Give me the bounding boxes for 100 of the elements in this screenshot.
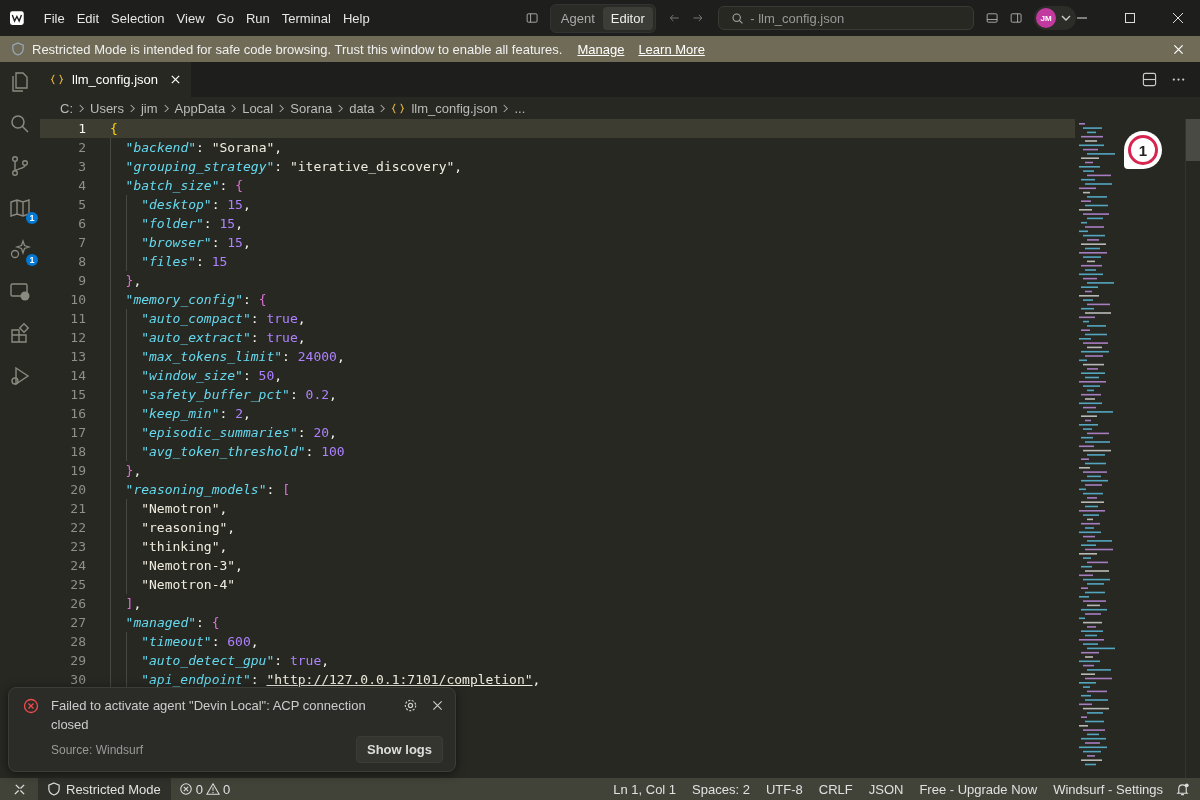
code-line: "memory_config": { xyxy=(125,292,267,307)
code-line: "desktop": 15, xyxy=(141,197,251,212)
breadcrumb-item[interactable]: llm_config.json xyxy=(391,100,498,116)
status-item[interactable]: UTF-8 xyxy=(757,781,811,797)
line-number: 27 xyxy=(69,615,86,630)
code-line: "auto_detect_gpu": true, xyxy=(141,653,330,668)
status-item[interactable]: Free - Upgrade Now xyxy=(911,781,1046,797)
line-number: 2 xyxy=(77,140,86,155)
line-number: 1 xyxy=(77,121,86,136)
line-number: 5 xyxy=(77,197,86,212)
line-number: 23 xyxy=(69,539,86,554)
line-number: 4 xyxy=(77,178,86,193)
code-line: "thinking", xyxy=(141,539,228,554)
code-line: "episodic_summaries": 20, xyxy=(141,425,337,440)
menu-item[interactable]: Run xyxy=(239,10,276,26)
code-line: "safety_buffer_pct": 0.2, xyxy=(141,387,337,402)
restricted-mode-indicator[interactable]: Restricted Mode xyxy=(38,778,171,800)
line-number: 10 xyxy=(69,292,86,307)
line-number: 29 xyxy=(69,653,86,668)
code-line: "browser": 15, xyxy=(141,235,251,250)
line-number: 18 xyxy=(69,444,86,459)
menu-item[interactable]: Go xyxy=(210,10,240,26)
code-line: "Nemotron-4" xyxy=(141,577,236,592)
menu-item[interactable]: Selection xyxy=(105,10,171,26)
count-badge: 1 xyxy=(26,254,38,266)
line-number: 15 xyxy=(69,387,86,402)
line-number: 16 xyxy=(69,406,86,421)
code-line: ], xyxy=(125,596,142,611)
line-number: 14 xyxy=(69,368,86,383)
mode-tab[interactable]: Editor xyxy=(602,6,653,30)
line-number: 12 xyxy=(69,330,86,345)
line-number: 13 xyxy=(69,349,86,364)
mode-tab[interactable]: Agent xyxy=(552,6,603,30)
error-count[interactable]: 0 xyxy=(195,781,203,797)
status-item[interactable]: Ln 1, Col 1 xyxy=(605,781,685,797)
line-number: 3 xyxy=(77,159,86,174)
line-number: 17 xyxy=(69,425,86,440)
code-line: }, xyxy=(125,273,142,288)
code-line: "auto_extract": true, xyxy=(141,330,306,345)
count-badge: 1 xyxy=(26,212,38,224)
line-number: 26 xyxy=(69,596,86,611)
code-line: "api_endpoint": "http://127.0.0.1:7101/completion", xyxy=(141,672,541,687)
line-number: 21 xyxy=(69,501,86,516)
code-line: }, xyxy=(125,463,142,478)
line-number: 28 xyxy=(69,634,86,649)
code-line: "avg_token_threshold": 100 xyxy=(141,444,345,459)
menu-item[interactable]: View xyxy=(170,10,211,26)
notification-message: Failed to activate agent "Devin Local": ACP connection closed xyxy=(51,697,367,734)
menu-item[interactable]: File xyxy=(37,10,71,26)
code-line: "Nemotron", xyxy=(141,501,228,516)
line-number: 19 xyxy=(69,463,86,478)
line-number: 20 xyxy=(69,482,86,497)
line-number: 22 xyxy=(69,520,86,535)
breadcrumb-item[interactable]: C: xyxy=(60,100,73,116)
user-avatar[interactable]: JM xyxy=(1036,8,1056,28)
line-number: 7 xyxy=(77,235,86,250)
line-number: 30 xyxy=(69,672,86,687)
code-line: "folder": 15, xyxy=(141,216,243,231)
menu-item[interactable]: Help xyxy=(336,10,376,26)
line-number: 11 xyxy=(69,311,86,326)
code-line: "auto_compact": true, xyxy=(141,311,306,326)
code-line: "max_tokens_limit": 24000, xyxy=(141,349,345,364)
warning-count[interactable]: 0 xyxy=(222,781,231,797)
line-number: 6 xyxy=(77,216,86,231)
code-line: "grouping_strategy": "iterative_discovery", xyxy=(125,159,463,174)
menu-item[interactable]: Terminal xyxy=(275,10,337,26)
code-line: "files": 15 xyxy=(141,254,228,269)
restricted-mode-message: Restricted Mode is intended for safe code browsing. Trust this window to enable all features. xyxy=(32,41,563,57)
breadcrumb-item[interactable]: data xyxy=(349,100,375,116)
code-line: "timeout": 600, xyxy=(141,634,259,649)
status-item[interactable]: CRLF xyxy=(810,781,861,797)
code-line: "keep_min": 2, xyxy=(141,406,251,421)
code-line: { xyxy=(110,121,118,136)
breadcrumb-item[interactable]: ... xyxy=(514,100,526,116)
status-item[interactable]: Windsurf - Settings xyxy=(1045,781,1171,797)
search-field[interactable]: - llm_config.json xyxy=(718,6,974,30)
code-line: "reasoning", xyxy=(141,520,236,535)
code-line: "reasoning_models": [ xyxy=(125,482,290,497)
status-item[interactable]: Spaces: 2 xyxy=(684,781,758,797)
breadcrumb-item[interactable]: jim xyxy=(140,100,158,116)
code-line: "managed": { xyxy=(125,615,220,630)
code-line: "Nemotron-3", xyxy=(141,558,243,573)
code-line: "window_size": 50, xyxy=(141,368,283,383)
file-tab[interactable]: llm_config.json xyxy=(40,62,191,97)
code-line: "batch_size": { xyxy=(125,178,243,193)
breadcrumb-item[interactable]: Sorana xyxy=(290,100,333,116)
breadcrumb-item[interactable]: Local xyxy=(242,100,274,116)
code-line: "backend": "Sorana", xyxy=(125,140,283,155)
line-number: 8 xyxy=(77,254,86,269)
show-logs-button[interactable]: Show logs xyxy=(356,736,443,763)
notification-source: Source: Windsurf xyxy=(51,742,144,757)
line-number: 24 xyxy=(69,558,86,573)
status-item[interactable]: JSON xyxy=(860,781,912,797)
annotation-marker: 1 xyxy=(1124,131,1162,169)
banner-link[interactable]: Manage xyxy=(577,41,625,57)
breadcrumb-item[interactable]: AppData xyxy=(174,100,226,116)
banner-link[interactable]: Learn More xyxy=(638,41,705,57)
line-number: 9 xyxy=(77,273,86,288)
breadcrumb-item[interactable]: Users xyxy=(90,100,124,116)
menu-item[interactable]: Edit xyxy=(70,10,106,26)
